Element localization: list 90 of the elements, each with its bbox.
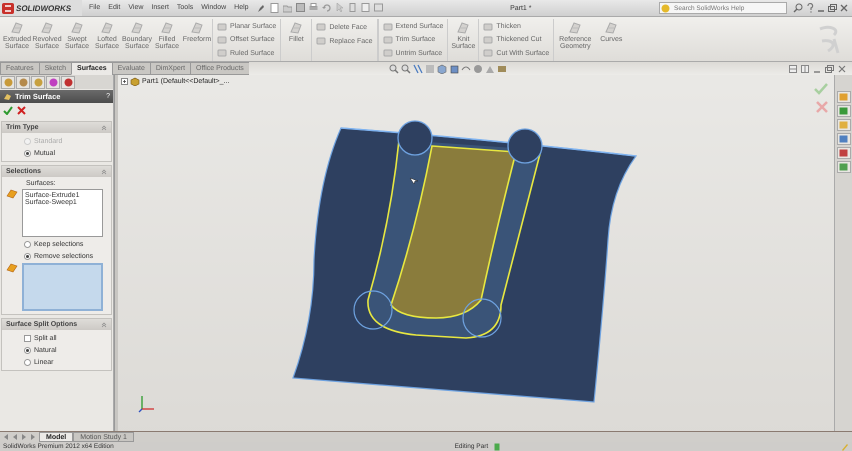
radio-button[interactable] xyxy=(24,240,31,248)
surface-selection-icon xyxy=(6,263,18,273)
configuration-icon xyxy=(34,78,42,87)
task-pane-tab[interactable] xyxy=(836,147,850,159)
close-icon[interactable] xyxy=(840,4,848,12)
ok-check-icon[interactable] xyxy=(3,106,13,115)
surface-tool-icon xyxy=(160,21,174,34)
surface-tool-icon xyxy=(316,22,326,32)
task-pane-tab[interactable] xyxy=(836,91,850,103)
cancel-x-icon[interactable] xyxy=(17,106,26,115)
surface-tool-icon xyxy=(217,22,227,32)
collapse-icon[interactable] xyxy=(101,168,107,174)
rebuild-status-icon xyxy=(494,442,500,450)
expand-icon[interactable] xyxy=(121,78,128,85)
appearance-icon[interactable] xyxy=(472,64,483,74)
custom-properties-icon xyxy=(839,163,848,171)
task-pane-tab[interactable] xyxy=(836,133,850,145)
radio-button[interactable] xyxy=(24,252,31,260)
radio-button[interactable] xyxy=(24,358,31,366)
app-logo-text: SOLIDWORKS xyxy=(16,4,72,12)
help-icon[interactable] xyxy=(806,3,814,13)
close-icon[interactable] xyxy=(838,64,846,72)
collapse-icon[interactable] xyxy=(101,124,107,130)
dimxpert-icon xyxy=(48,78,58,87)
radio-button[interactable] xyxy=(24,346,31,354)
cube-icon[interactable] xyxy=(448,64,459,74)
feature-tree-icon xyxy=(4,78,12,87)
surface-tool-icon xyxy=(382,34,393,45)
search-icon[interactable] xyxy=(793,3,803,13)
surface-tool-icon xyxy=(382,22,393,32)
panel-tab[interactable] xyxy=(1,76,15,89)
surface-tool-icon xyxy=(483,22,494,32)
view-settings-icon[interactable] xyxy=(496,64,507,74)
surface-tool-icon xyxy=(483,48,494,58)
save-icon[interactable] xyxy=(296,3,305,13)
trim-surface-icon xyxy=(3,92,12,100)
surface-tool-icon xyxy=(100,21,114,34)
task-pane-tab[interactable] xyxy=(836,119,850,131)
display-manager-icon xyxy=(64,78,72,87)
file-explorer-icon xyxy=(839,121,848,129)
radio-button[interactable] xyxy=(24,150,31,156)
print-icon[interactable] xyxy=(308,3,318,13)
surface-tool-icon xyxy=(40,21,54,34)
task-pane-tab[interactable] xyxy=(836,105,850,117)
pointer-icon[interactable] xyxy=(334,3,344,13)
restore-icon[interactable] xyxy=(825,64,834,72)
undo-icon[interactable] xyxy=(322,3,331,13)
surface-tool-icon xyxy=(289,21,304,34)
surface-tool-icon xyxy=(217,48,227,58)
checkbox[interactable] xyxy=(24,334,31,342)
surface-tool-icon xyxy=(382,48,393,58)
appearances-icon xyxy=(839,149,848,157)
zoom-to-fit-icon[interactable] xyxy=(388,64,399,74)
rebuild-icon[interactable] xyxy=(348,3,357,13)
collapse-icon[interactable] xyxy=(101,322,107,328)
pin-icon[interactable] xyxy=(256,4,264,12)
surface-tool-icon xyxy=(70,21,84,34)
logo-icon xyxy=(2,2,14,14)
panel-tab[interactable] xyxy=(46,76,60,89)
open-folder-icon[interactable] xyxy=(282,3,292,13)
axis-triad-icon xyxy=(138,393,156,413)
surface-tool-icon xyxy=(604,21,618,34)
confirm-check-icon[interactable] xyxy=(814,83,828,95)
surface-tool-icon xyxy=(456,21,470,34)
view-palette-icon xyxy=(839,135,848,143)
panel-tab[interactable] xyxy=(61,76,75,89)
property-manager-icon xyxy=(18,78,28,87)
restore-icon[interactable] xyxy=(828,4,837,12)
surface-tool-icon xyxy=(217,34,227,45)
surface-tool-icon xyxy=(190,21,204,34)
design-library-icon xyxy=(839,107,848,115)
task-pane-tab[interactable] xyxy=(836,161,850,173)
surface-tool-icon xyxy=(483,34,494,45)
tile-vertical-icon[interactable] xyxy=(801,64,809,72)
tile-horizontal-icon[interactable] xyxy=(789,64,797,72)
panel-tab[interactable] xyxy=(31,76,45,89)
file-properties-icon[interactable] xyxy=(360,3,370,13)
home-icon xyxy=(839,93,848,101)
new-document-icon[interactable] xyxy=(270,3,279,13)
surface-tool-icon xyxy=(130,21,144,34)
panel-tab[interactable] xyxy=(16,76,30,89)
help-bubble-icon xyxy=(661,4,670,12)
surface-tool-icon xyxy=(10,21,24,34)
zoom-area-icon[interactable] xyxy=(400,64,411,74)
part-icon xyxy=(130,77,140,86)
surface-tool-icon xyxy=(316,36,326,46)
surface-selection-icon xyxy=(6,189,18,199)
surface-tool-icon xyxy=(568,21,582,34)
options-icon[interactable] xyxy=(374,3,383,13)
section-view-icon[interactable] xyxy=(412,64,423,74)
